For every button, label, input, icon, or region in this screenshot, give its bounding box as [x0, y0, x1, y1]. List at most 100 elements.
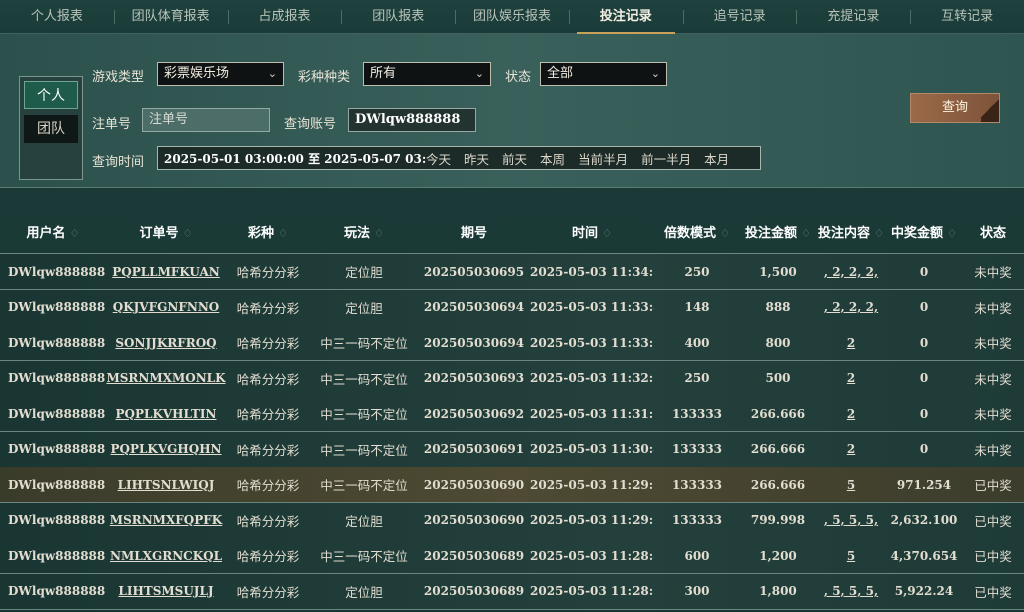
lottery-cell: 哈希分分彩: [236, 371, 300, 387]
order-link[interactable]: PQPLKVGHQHN: [106, 442, 226, 456]
tab-6[interactable]: 追号记录: [682, 0, 797, 34]
play-cell: 中三一码不定位: [320, 549, 408, 564]
lottery-cell: 哈希分分彩: [236, 584, 300, 600]
amount-cell: 888: [765, 300, 791, 314]
quick-range-4[interactable]: 当前半月: [578, 149, 628, 168]
account-input[interactable]: DWlqw888888: [348, 108, 476, 132]
tab-2[interactable]: 占成报表: [227, 0, 342, 34]
tab-0[interactable]: 个人报表: [0, 0, 114, 34]
bet-content-link[interactable]: , 5, 5, 5,: [816, 513, 886, 527]
bet-content-link[interactable]: 2: [816, 336, 886, 350]
column-header[interactable]: 中奖金额 ♢: [886, 222, 962, 241]
column-header[interactable]: 投注金额 ♢: [740, 222, 816, 241]
order-no-label: 注单号: [92, 117, 132, 132]
order-link[interactable]: LIHTSMSUJLJ: [106, 584, 226, 598]
order-link[interactable]: PQPLKVHLTIN: [106, 407, 226, 421]
issue-cell: 202505030692: [423, 406, 525, 421]
order-no-input[interactable]: 注单号: [142, 108, 270, 132]
column-header[interactable]: 时间 ♢: [530, 222, 654, 241]
username-cell: DWlqw888888: [8, 548, 106, 563]
tab-1[interactable]: 团队体育报表: [113, 0, 228, 34]
username-cell: DWlqw888888: [8, 477, 106, 492]
column-header-label: 投注内容: [818, 226, 871, 241]
bet-content-link[interactable]: , 2, 2, 2,: [816, 265, 886, 279]
column-header: 状态: [962, 222, 1024, 241]
amount-cell: 266.666: [750, 442, 806, 456]
time-cell: 2025-05-03 11:33:42: [530, 300, 654, 314]
order-link[interactable]: PQPLLMFKUAN: [106, 265, 226, 279]
column-header[interactable]: 投注内容 ♢: [816, 222, 886, 241]
quick-range-5[interactable]: 前一半月: [641, 149, 691, 168]
sort-icon[interactable]: ♢: [874, 227, 884, 240]
game-type-select[interactable]: 彩票娱乐场 ⌄: [157, 62, 284, 86]
time-cell: 2025-05-03 11:30:45: [530, 442, 654, 456]
username-cell: DWlqw888888: [8, 335, 106, 350]
issue-cell: 202505030689: [423, 548, 525, 563]
bet-content-link[interactable]: 5: [816, 478, 886, 492]
column-header[interactable]: 彩种 ♢: [226, 222, 310, 241]
sort-icon[interactable]: ♢: [602, 227, 612, 240]
bet-content-link[interactable]: , 2, 2, 2,: [816, 300, 886, 314]
play-cell: 中三一码不定位: [320, 407, 408, 422]
status-cell: 已中奖: [974, 549, 1012, 564]
scope-team-button[interactable]: 团队: [24, 115, 78, 143]
issue-cell: 202505030694: [423, 300, 525, 314]
order-link[interactable]: SONJJKRFROQ: [106, 336, 226, 350]
table-row: DWlqw888888 SONJJKRFROQ 哈希分分彩 中三一码不定位 202505…: [0, 325, 1024, 361]
table-row: DWlqw888888 NMLXGRNCKQL 哈希分分彩 中三一码不定位 202505…: [0, 538, 1024, 574]
search-button[interactable]: 查询: [910, 93, 1000, 123]
lottery-type-label: 彩种种类: [298, 70, 351, 85]
game-type-value: 彩票娱乐场: [164, 66, 230, 81]
sort-icon[interactable]: ♢: [374, 227, 384, 240]
lottery-cell: 哈希分分彩: [236, 336, 300, 351]
tab-3[interactable]: 团队报表: [341, 0, 455, 34]
column-header[interactable]: 订单号 ♢: [106, 222, 226, 241]
column-header[interactable]: 玩法 ♢: [310, 222, 418, 241]
order-link[interactable]: NMLXGRNCKQL: [106, 549, 226, 563]
play-cell: 定位胆: [345, 300, 383, 316]
order-link[interactable]: MSRNMXMONLK: [106, 371, 226, 385]
quick-range-0[interactable]: 今天: [426, 149, 451, 168]
time-label: 查询时间: [92, 155, 145, 170]
issue-cell: 202505030690: [423, 513, 525, 527]
username-cell: DWlqw888888: [8, 300, 106, 314]
sort-icon[interactable]: ♢: [70, 227, 80, 240]
username-cell: DWlqw888888: [8, 584, 106, 598]
quick-range-1[interactable]: 昨天: [464, 149, 489, 168]
bet-content-link[interactable]: 2: [816, 407, 886, 421]
order-link[interactable]: LIHTSNLWIQJ: [106, 478, 226, 492]
sort-icon[interactable]: ♢: [278, 227, 288, 240]
status-cell: 未中奖: [974, 407, 1012, 422]
bet-content-link[interactable]: 5: [816, 549, 886, 563]
order-link[interactable]: QKJVFGNFNNO: [106, 300, 226, 314]
scope-personal-button[interactable]: 个人: [24, 81, 78, 109]
column-header-label: 玩法: [344, 226, 371, 241]
time-range-input[interactable]: 2025-05-01 03:00:00 至 2025-05-07 03:00:0…: [158, 150, 426, 167]
tab-7[interactable]: 充提记录: [796, 0, 910, 34]
lottery-type-select[interactable]: 所有 ⌄: [363, 62, 491, 86]
bet-content-link[interactable]: 2: [816, 442, 886, 456]
play-cell: 定位胆: [345, 265, 383, 280]
quick-range-2[interactable]: 前天: [502, 149, 527, 168]
sort-icon[interactable]: ♢: [183, 227, 193, 240]
sort-icon[interactable]: ♢: [947, 227, 957, 240]
status-select[interactable]: 全部 ⌄: [540, 62, 667, 86]
order-link[interactable]: MSRNMXFQPFK: [106, 513, 226, 527]
win-amount-cell: 2,632.100: [890, 513, 958, 527]
sort-icon[interactable]: ♢: [801, 227, 811, 240]
game-type-label: 游戏类型: [92, 70, 145, 85]
tab-8[interactable]: 互转记录: [910, 0, 1024, 34]
column-header-label: 中奖金额: [891, 226, 944, 241]
quick-range-3[interactable]: 本周: [540, 149, 565, 168]
status-cell: 未中奖: [974, 371, 1012, 387]
bet-content-link[interactable]: , 5, 5, 5,: [816, 584, 886, 598]
column-header[interactable]: 用户名 ♢: [0, 222, 106, 241]
quick-range-6[interactable]: 本月: [704, 149, 729, 168]
sort-icon[interactable]: ♢: [720, 227, 730, 240]
column-header-label: 彩种: [248, 226, 275, 241]
bet-content-link[interactable]: 2: [816, 371, 886, 385]
tab-4[interactable]: 团队娱乐报表: [455, 0, 569, 34]
tab-5[interactable]: 投注记录: [568, 0, 683, 34]
column-header[interactable]: 倍数模式 ♢: [654, 222, 740, 241]
amount-cell: 266.666: [750, 406, 806, 421]
